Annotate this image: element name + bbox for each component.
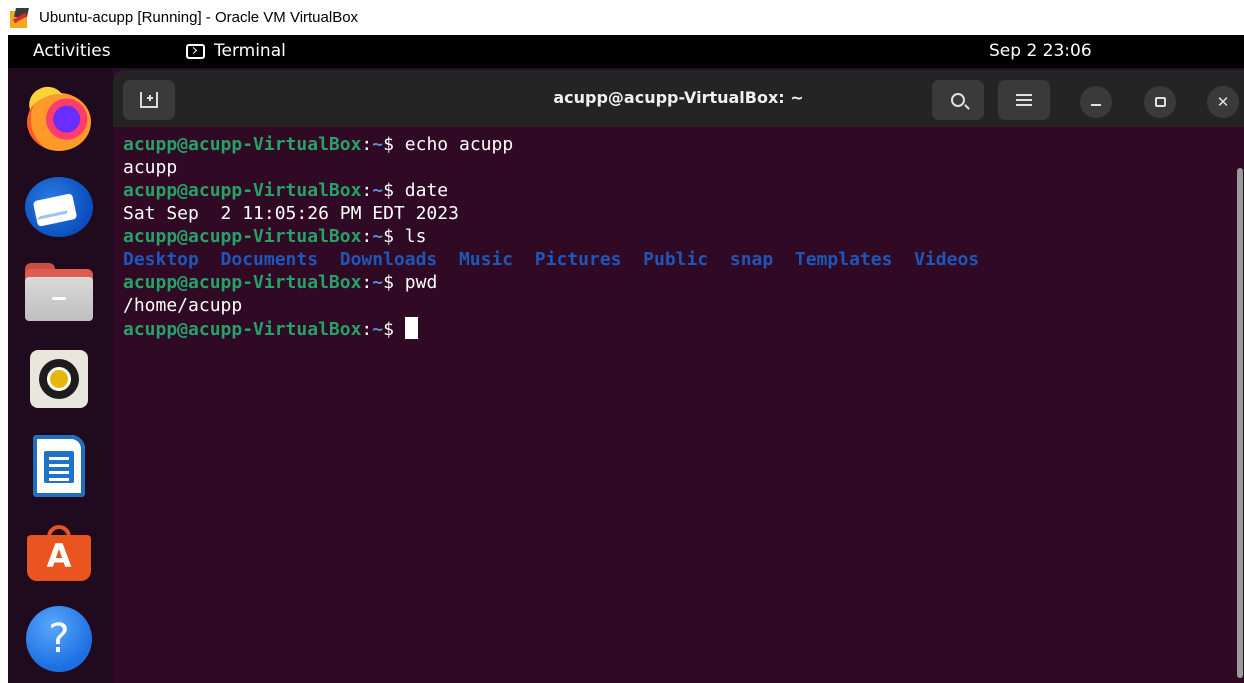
- terminal-prompt-line: acupp@acupp-VirtualBox:~$ echo acupp: [123, 133, 1233, 156]
- terminal-output-line: acupp: [123, 156, 1233, 179]
- rhythmbox-icon: [30, 350, 88, 408]
- dock-item-firefox[interactable]: [25, 88, 93, 156]
- prompt-command: ls: [404, 226, 427, 247]
- virtualbox-title-bar: Ubuntu-acupp [Running] - Oracle VM Virtu…: [0, 0, 1244, 35]
- dock: A ?: [8, 68, 113, 683]
- firefox-icon: [27, 93, 91, 151]
- terminal-prompt-line: acupp@acupp-VirtualBox:~$ ls: [123, 225, 1233, 248]
- minimize-button[interactable]: [1080, 86, 1112, 118]
- output-text: Sat Sep 2 11:05:26 PM EDT 2023: [123, 203, 459, 224]
- libreoffice-writer-icon: [33, 435, 85, 497]
- prompt-path: ~: [372, 272, 384, 293]
- prompt-command: pwd: [404, 272, 438, 293]
- prompt-separator: :: [361, 134, 373, 155]
- terminal-window: acupp@acupp-VirtualBox: ~ ✕ acupp@acupp-…: [113, 70, 1244, 683]
- app-menu-label: Terminal: [214, 41, 286, 61]
- app-menu-terminal[interactable]: Terminal: [186, 41, 286, 61]
- prompt-separator: :: [361, 180, 373, 201]
- gnome-top-bar: Activities Terminal Sep 2 23:06: [8, 35, 1244, 68]
- search-button[interactable]: [932, 80, 984, 120]
- terminal-window-title: acupp@acupp-VirtualBox: ~: [553, 88, 804, 107]
- dock-item-rhythmbox[interactable]: [25, 345, 93, 413]
- ls-directory-listing: Desktop Documents Downloads Music Pictur…: [123, 249, 980, 270]
- virtualbox-logo-icon: [10, 7, 32, 28]
- prompt-user: acupp@acupp-VirtualBox: [123, 272, 362, 293]
- terminal-output-line: /home/acupp: [123, 294, 1233, 317]
- menu-button[interactable]: [998, 80, 1050, 120]
- prompt-user: acupp@acupp-VirtualBox: [123, 226, 362, 247]
- output-text: acupp: [123, 157, 178, 178]
- prompt-symbol: $: [383, 180, 405, 201]
- clock[interactable]: Sep 2 23:06: [989, 41, 1092, 61]
- thunderbird-icon: [25, 177, 93, 237]
- prompt-separator: :: [361, 319, 373, 340]
- prompt-command: date: [404, 180, 449, 201]
- prompt-path: ~: [372, 134, 384, 155]
- dock-item-thunderbird[interactable]: [25, 173, 93, 241]
- prompt-user: acupp@acupp-VirtualBox: [123, 180, 362, 201]
- prompt-path: ~: [372, 226, 384, 247]
- prompt-path: ~: [372, 319, 384, 340]
- help-icon: ?: [26, 606, 92, 672]
- terminal-ls-output-line: Desktop Documents Downloads Music Pictur…: [123, 248, 1233, 271]
- prompt-user: acupp@acupp-VirtualBox: [123, 319, 362, 340]
- hamburger-menu-icon: [1016, 99, 1032, 101]
- maximize-button[interactable]: [1144, 86, 1176, 118]
- terminal-output[interactable]: acupp@acupp-VirtualBox:~$ echo acupp acup…: [123, 133, 1233, 340]
- prompt-symbol: $: [383, 272, 405, 293]
- search-icon: [951, 93, 965, 107]
- dock-item-app-center[interactable]: A: [25, 516, 93, 584]
- maximize-icon: [1154, 97, 1166, 107]
- terminal-prompt-line: acupp@acupp-VirtualBox:~$ date: [123, 179, 1233, 202]
- terminal-icon: [186, 43, 205, 59]
- virtualbox-window-title: Ubuntu-acupp [Running] - Oracle VM Virtu…: [39, 9, 359, 26]
- terminal-prompt-line: acupp@acupp-VirtualBox:~$: [123, 317, 1233, 340]
- terminal-prompt-line: acupp@acupp-VirtualBox:~$ pwd: [123, 271, 1233, 294]
- text-cursor: [404, 317, 418, 339]
- prompt-separator: :: [361, 226, 373, 247]
- guest-screen: Activities Terminal Sep 2 23:06 A ? acup…: [8, 35, 1244, 683]
- activities-button[interactable]: Activities: [33, 41, 111, 61]
- prompt-command: echo acupp: [404, 134, 514, 155]
- prompt-path: ~: [372, 180, 384, 201]
- prompt-symbol: $: [383, 319, 405, 340]
- minimize-icon: [1091, 104, 1101, 106]
- prompt-user: acupp@acupp-VirtualBox: [123, 134, 362, 155]
- prompt-separator: :: [361, 272, 373, 293]
- close-icon: ✕: [1216, 92, 1230, 111]
- output-text: /home/acupp: [123, 295, 243, 316]
- dock-item-help[interactable]: ?: [25, 605, 93, 673]
- dock-item-files[interactable]: [25, 258, 93, 326]
- close-button[interactable]: ✕: [1207, 86, 1239, 118]
- terminal-output-line: Sat Sep 2 11:05:26 PM EDT 2023: [123, 202, 1233, 225]
- terminal-scrollbar[interactable]: [1237, 168, 1243, 678]
- prompt-symbol: $: [383, 134, 405, 155]
- app-center-icon: A: [27, 525, 91, 581]
- files-icon: [25, 263, 93, 321]
- prompt-symbol: $: [383, 226, 405, 247]
- terminal-header-bar: acupp@acupp-VirtualBox: ~ ✕: [113, 70, 1244, 127]
- dock-item-libreoffice-writer[interactable]: [25, 432, 93, 500]
